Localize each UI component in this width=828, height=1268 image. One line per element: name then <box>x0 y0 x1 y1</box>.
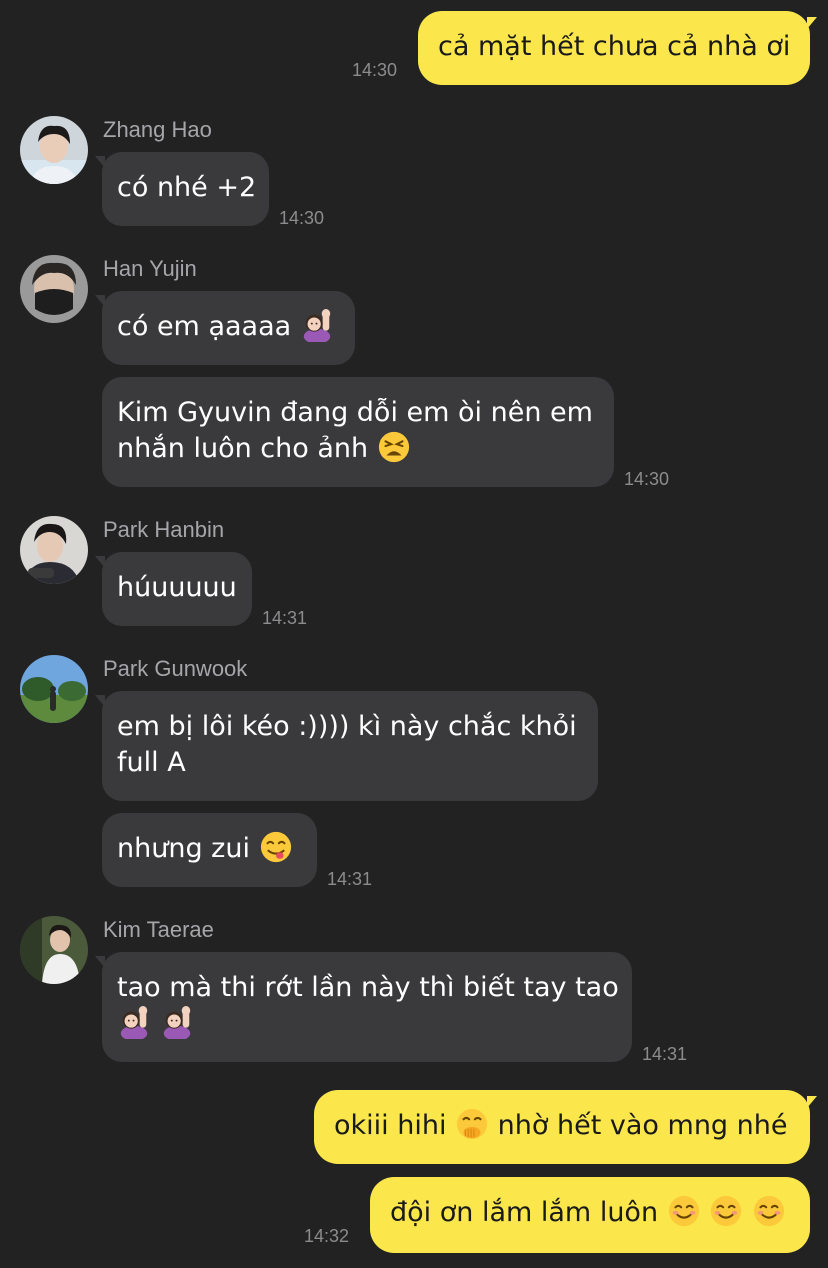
smiling-face-emoji <box>709 1194 743 1228</box>
avatar-han-yujin[interactable] <box>20 255 88 323</box>
message-text-part-1: okiii hihi <box>334 1110 447 1141</box>
yum-face-emoji <box>259 830 293 864</box>
message-text-part-2: nhờ hết vào mng nhé <box>497 1110 788 1141</box>
message-text-line-2: nhắn luôn cho ảnh <box>117 431 598 467</box>
person-raising-hand-emoji <box>117 1005 151 1039</box>
incoming-message-bubble[interactable]: Kim Gyuvin đang dỗi em òi nên em nhắn lu… <box>102 377 614 487</box>
outgoing-message-bubble[interactable]: đội ơn lắm lắm luôn <box>370 1177 810 1253</box>
message-timestamp: 14:30 <box>352 60 398 80</box>
incoming-message-bubble[interactable]: em bị lôi kéo :)))) kì này chắc khỏi ful… <box>95 691 598 801</box>
outgoing-message-bubble[interactable]: cả mặt hết chưa cả nhà ơi <box>418 11 817 85</box>
sender-name: Park Gunwook <box>103 656 248 681</box>
message-timestamp: 14:32 <box>304 1226 350 1246</box>
sender-name: Zhang Hao <box>103 117 212 142</box>
avatar-kim-taerae[interactable] <box>20 916 88 984</box>
person-raising-hand-emoji <box>300 308 334 342</box>
message-text-line-1: tao mà thi rớt lần này thì biết tay tao <box>117 972 619 1003</box>
hand-over-mouth-emoji <box>455 1107 489 1141</box>
incoming-message-bubble[interactable]: húuuuuu <box>95 552 252 626</box>
smiling-face-emoji <box>752 1194 786 1228</box>
incoming-message-bubble[interactable]: nhưng zui <box>102 813 317 887</box>
message-text: đội ơn lắm lắm luôn <box>390 1197 659 1228</box>
message-timestamp: 14:30 <box>279 208 325 228</box>
message-timestamp: 14:31 <box>327 869 373 889</box>
sender-name: Kim Taerae <box>103 917 214 942</box>
chat-thread[interactable]: 14:30 cả mặt hết chưa cả nhà ơi Zhang Ha… <box>0 0 828 1268</box>
message-timestamp: 14:31 <box>262 608 308 628</box>
avatar-park-gunwook[interactable] <box>20 655 88 723</box>
smiling-face-emoji <box>667 1194 701 1228</box>
message-text-line-1: em bị lôi kéo :)))) kì này chắc khỏi <box>117 711 577 742</box>
incoming-message-bubble[interactable]: có nhé +2 <box>95 152 269 226</box>
sender-name: Han Yujin <box>103 256 197 281</box>
message-text: có nhé +2 <box>117 172 257 203</box>
person-raising-hand-emoji <box>160 1005 194 1039</box>
message-emoji-line <box>117 1006 616 1042</box>
message-timestamp: 14:30 <box>624 469 670 489</box>
message-text: nhưng zui <box>117 833 250 864</box>
message-timestamp: 14:31 <box>642 1044 688 1064</box>
message-text: có em ạaaaa <box>117 311 292 342</box>
outgoing-message-bubble[interactable]: okiii hihi nhờ hết vào mng nhé <box>314 1090 817 1164</box>
message-text-line-2: full A <box>117 747 186 778</box>
message-text: cả mặt hết chưa cả nhà ơi <box>438 31 791 62</box>
incoming-message-bubble[interactable]: có em ạaaaa <box>95 291 355 365</box>
tired-face-emoji <box>377 430 411 464</box>
sender-name: Park Hanbin <box>103 517 225 542</box>
avatar-zhang-hao[interactable] <box>20 116 88 184</box>
incoming-message-bubble[interactable]: tao mà thi rớt lần này thì biết tay tao <box>95 952 632 1062</box>
message-text-line-1: Kim Gyuvin đang dỗi em òi nên em <box>117 397 593 428</box>
message-text: húuuuuu <box>117 572 237 603</box>
avatar-park-hanbin[interactable] <box>20 516 88 584</box>
